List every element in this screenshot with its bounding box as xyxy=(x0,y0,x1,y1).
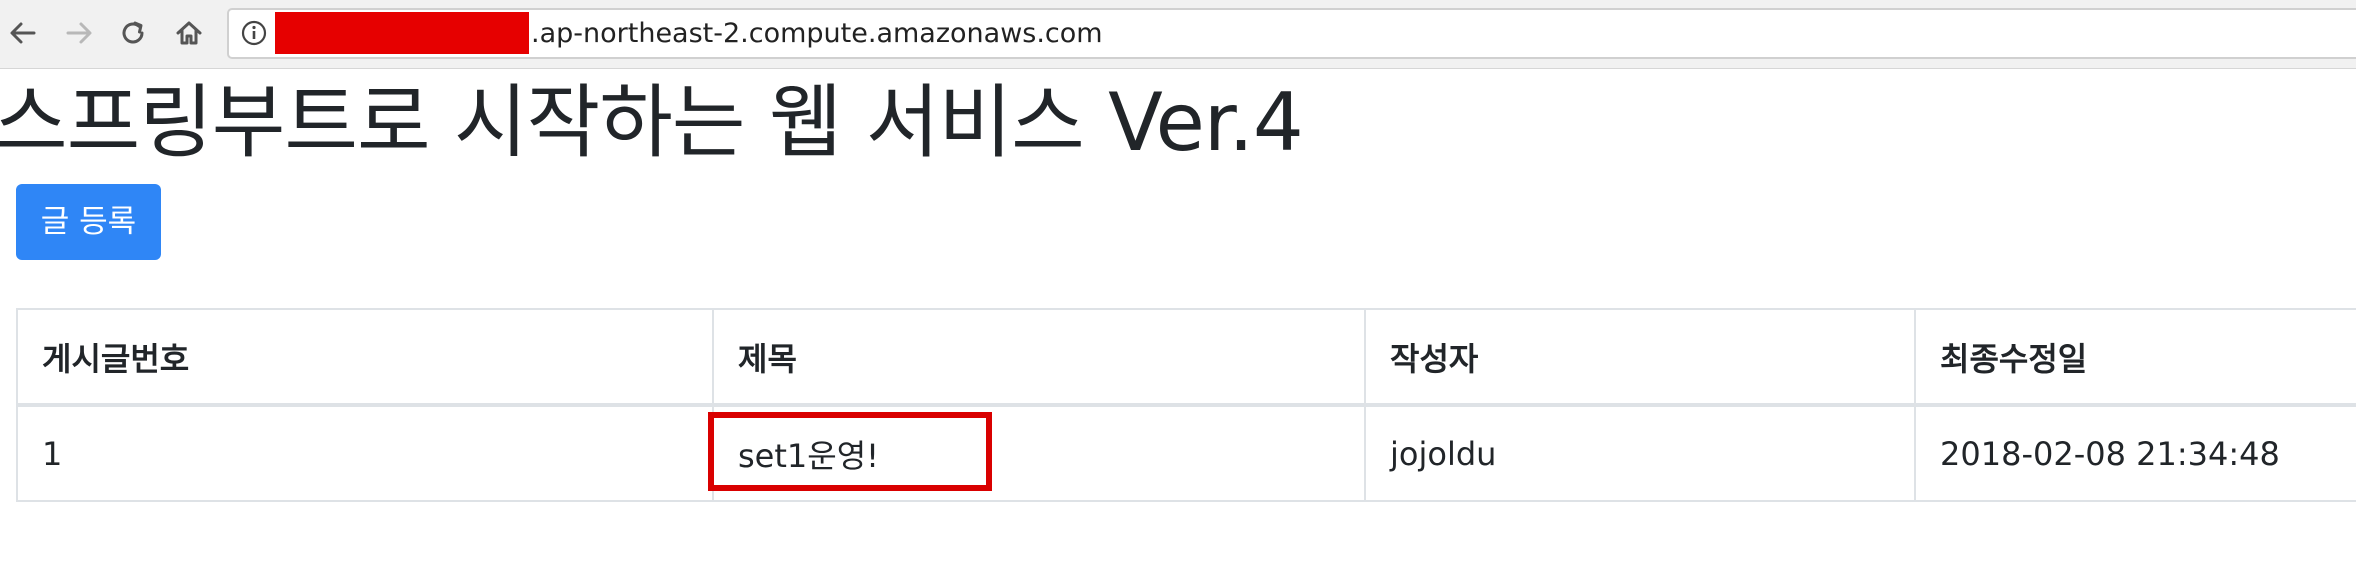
reload-icon xyxy=(118,18,148,48)
header-title: 제목 xyxy=(712,308,1366,407)
info-icon[interactable] xyxy=(241,20,267,46)
forward-button[interactable] xyxy=(60,14,98,52)
forward-arrow-icon xyxy=(64,18,94,48)
url-text: .ap-northeast-2.compute.amazonaws.com xyxy=(531,18,1103,49)
address-bar[interactable]: .ap-northeast-2.compute.amazonaws.com xyxy=(227,8,2356,59)
home-icon xyxy=(174,18,204,48)
cell-post-number: 1 xyxy=(16,404,714,502)
header-modified-date: 최종수정일 xyxy=(1914,308,2356,407)
cell-author: jojoldu xyxy=(1364,404,1916,502)
home-button[interactable] xyxy=(170,14,208,52)
table-header-row: 게시글번호 제목 작성자 최종수정일 xyxy=(16,308,2356,407)
cell-title[interactable]: set1운영! xyxy=(712,404,1366,502)
browser-toolbar: .ap-northeast-2.compute.amazonaws.com xyxy=(0,0,2356,69)
header-post-number: 게시글번호 xyxy=(16,308,714,407)
posts-table: 게시글번호 제목 작성자 최종수정일 1 set1운영! jojoldu 201… xyxy=(16,308,2356,502)
back-arrow-icon xyxy=(8,18,38,48)
back-button[interactable] xyxy=(4,14,42,52)
header-author: 작성자 xyxy=(1364,308,1916,407)
register-post-button[interactable]: 글 등록 xyxy=(16,184,161,260)
url-redaction xyxy=(275,12,529,54)
cell-modified-date: 2018-02-08 21:34:48 xyxy=(1914,404,2356,502)
reload-button[interactable] xyxy=(114,14,152,52)
table-row[interactable]: 1 set1운영! jojoldu 2018-02-08 21:34:48 xyxy=(16,404,2356,502)
page-title: 스프링부트로 시작하는 웹 서비스 Ver.4 xyxy=(0,76,1304,169)
